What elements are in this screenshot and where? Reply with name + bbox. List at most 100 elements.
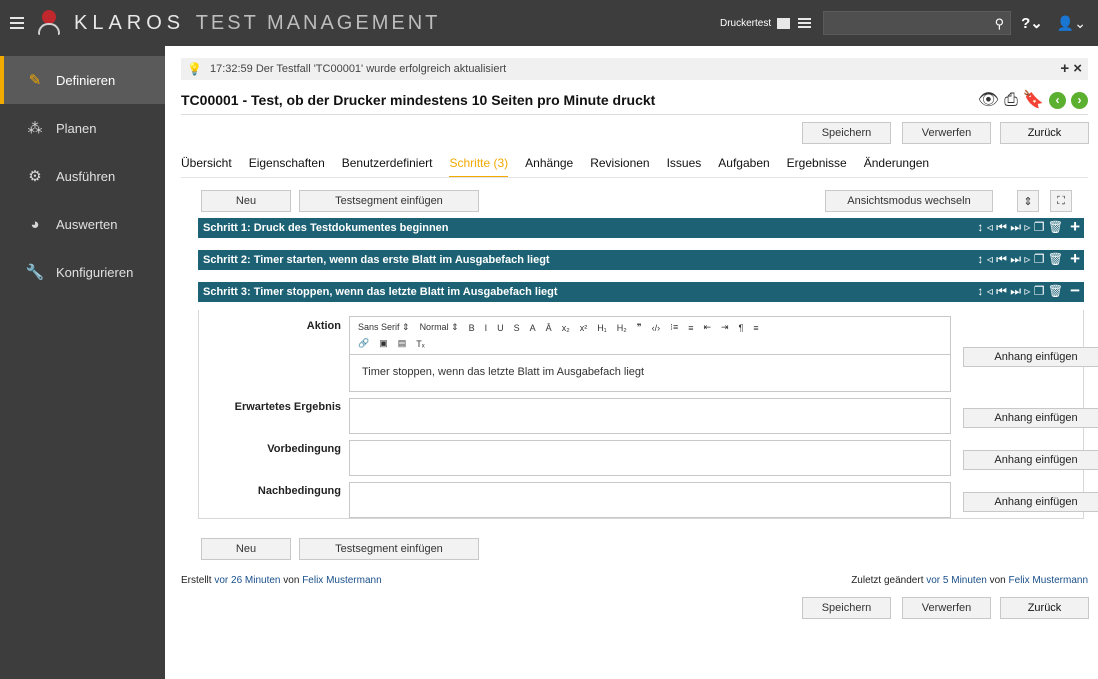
notification-text: 17:32:59 Der Testfall 'TC00001' wurde er… <box>209 63 507 75</box>
sidebar-item-konfigurieren[interactable]: 🔧 Konfigurieren <box>0 248 165 296</box>
step-tools[interactable]: ↕ ◃ ⏮ ⏭ ▹ ❐ 🗑 <box>977 284 1063 299</box>
precondition-label: Vorbedingung <box>267 443 341 455</box>
bookmark-icon[interactable]: 🔖 <box>1023 90 1044 110</box>
tab-issues[interactable]: Issues <box>667 156 702 178</box>
discard-button[interactable]: Verwerfen <box>902 122 991 144</box>
wrench-icon: 🔧 <box>25 264 45 281</box>
editor-tool-button[interactable]: ¶ <box>739 323 744 333</box>
tab-benutzerdefiniert[interactable]: Benutzerdefiniert <box>342 156 433 178</box>
tab-aenderungen[interactable]: Änderungen <box>864 156 929 178</box>
insert-segment-button-bottom[interactable]: Testsegment einfügen <box>299 538 479 560</box>
editor-tool-button[interactable]: ⇥ <box>721 322 729 333</box>
editor-tool-button[interactable]: Ā <box>546 323 552 333</box>
expand-step-icon[interactable]: + <box>1070 250 1080 267</box>
tab-anhaenge[interactable]: Anhänge <box>525 156 573 178</box>
editor-tool-button[interactable]: H₂ <box>617 323 627 333</box>
editor-tool-button[interactable]: ▣ <box>379 338 388 349</box>
back-button[interactable]: Zurück <box>1000 122 1089 144</box>
user-menu-button[interactable]: 👤⌄ <box>1057 15 1086 32</box>
precondition-input[interactable] <box>349 440 951 476</box>
collapse-all-icon[interactable]: ⇕ <box>1017 190 1039 212</box>
sidebar-item-label: Konfigurieren <box>56 264 134 280</box>
sidebar-item-planen[interactable]: ⁂ Planen <box>0 104 165 152</box>
edit-icon: ✎ <box>28 72 42 89</box>
tab-revisionen[interactable]: Revisionen <box>590 156 649 178</box>
editor-tool-button[interactable]: S <box>514 323 520 333</box>
editor-tool-button[interactable]: ‹/› <box>652 323 661 333</box>
editor-tool-button[interactable]: Normal ⇕ <box>420 322 459 333</box>
editor-tool-button[interactable]: x₂ <box>562 323 570 333</box>
step-tools[interactable]: ↕ ◃ ⏮ ⏭ ▹ ❐ 🗑 <box>977 220 1063 235</box>
switch-view-button[interactable]: Ansichtsmodus wechseln <box>825 190 993 212</box>
sidebar-item-ausfuehren[interactable]: ⚙ Ausführen <box>0 152 165 200</box>
main-content: 💡 17:32:59 Der Testfall 'TC00001' wurde … <box>165 46 1098 679</box>
next-arrow-icon[interactable]: › <box>1071 91 1088 109</box>
editor-tool-button[interactable]: U <box>497 323 504 333</box>
editor-tool-button[interactable]: ⇤ <box>703 322 711 333</box>
menu-icon[interactable] <box>10 17 24 29</box>
attach-precondition-button[interactable]: Anhang einfügen <box>963 450 1098 470</box>
postcondition-input[interactable] <box>349 482 951 518</box>
editor-tool-button[interactable]: ≡ <box>688 323 693 333</box>
save-button[interactable]: Speichern <box>802 122 891 144</box>
previous-arrow-icon[interactable]: ‹ <box>1049 91 1066 109</box>
editor-tool-button[interactable]: Sans Serif ⇕ <box>358 322 410 333</box>
new-step-button[interactable]: Neu <box>201 190 291 212</box>
notification-actions[interactable]: + × <box>1060 60 1082 77</box>
tab-schritte[interactable]: Schritte (3) <box>449 156 509 178</box>
attach-postcondition-button[interactable]: Anhang einfügen <box>963 492 1098 512</box>
sidebar-item-auswerten[interactable]: ◕ Auswerten <box>0 200 165 248</box>
attach-expected-button[interactable]: Anhang einfügen <box>963 408 1098 428</box>
editor-tool-button[interactable]: 🔗 <box>358 338 369 349</box>
editor-tool-button[interactable]: x² <box>580 323 588 333</box>
editor-tool-button[interactable]: I <box>485 323 488 333</box>
step-header-2[interactable]: Schritt 2: Timer starten, wenn das erste… <box>198 250 1084 270</box>
search-icon[interactable]: ⚲ <box>995 16 1005 32</box>
print-icon[interactable]: ⎙ <box>1004 90 1018 110</box>
editor-toolbar: Sans Serif ⇕ Normal ⇕ B I U S A Āx₂ x² H₁ H₂ ❞ ‹/› ⁝≡… <box>350 317 950 355</box>
created-info: Erstellt vor 26 Minuten von Felix Muster… <box>181 575 382 586</box>
insert-segment-button[interactable]: Testsegment einfügen <box>299 190 479 212</box>
tab-aufgaben[interactable]: Aufgaben <box>718 156 769 178</box>
eye-icon[interactable]: 👁 <box>978 90 1000 110</box>
editor-tool-button[interactable]: Tₓ <box>416 339 424 349</box>
project-list-icon[interactable] <box>798 17 812 29</box>
expected-result-input[interactable] <box>349 398 951 434</box>
collapse-step-icon[interactable]: − <box>1070 282 1080 299</box>
step-header-3[interactable]: Schritt 3: Timer stoppen, wenn das letzt… <box>198 282 1084 302</box>
editor-tool-button[interactable]: B <box>469 323 475 333</box>
sidebar-item-definieren[interactable]: ✎ Definieren <box>0 56 165 104</box>
project-name[interactable]: Druckertest <box>720 18 771 29</box>
editor-tool-button[interactable]: ▤ <box>398 338 407 349</box>
changed-by-link[interactable]: Felix Mustermann <box>1009 575 1088 586</box>
step-3-body: Aktion Sans Serif ⇕ Normal ⇕ B I U S A Āx₂ x² H₁ H… <box>198 310 1098 519</box>
save-button-bottom[interactable]: Speichern <box>802 597 891 619</box>
created-by-link[interactable]: Felix Mustermann <box>302 575 381 586</box>
discard-button-bottom[interactable]: Verwerfen <box>902 597 991 619</box>
tab-uebersicht[interactable]: Übersicht <box>181 156 232 178</box>
step-header-1[interactable]: Schritt 1: Druck des Testdokumentes begi… <box>198 218 1084 238</box>
changed-time-link[interactable]: vor 5 Minuten <box>926 575 987 586</box>
project-card-icon[interactable] <box>777 17 791 29</box>
new-step-button-bottom[interactable]: Neu <box>201 538 291 560</box>
tab-ergebnisse[interactable]: Ergebnisse <box>787 156 847 178</box>
action-label: Aktion <box>306 320 341 332</box>
attach-action-button[interactable]: Anhang einfügen <box>963 347 1098 367</box>
created-time-link[interactable]: vor 26 Minuten <box>214 575 280 586</box>
editor-tool-button[interactable]: H₁ <box>597 323 607 333</box>
step-title: Schritt 1: Druck des Testdokumentes begi… <box>203 222 449 234</box>
search-input[interactable]: ⚲ <box>823 11 1012 35</box>
editor-tool-button[interactable]: ⁝≡ <box>670 322 678 333</box>
action-text[interactable]: Timer stoppen, wenn das letzte Blatt im … <box>350 355 950 389</box>
action-editor[interactable]: Sans Serif ⇕ Normal ⇕ B I U S A Āx₂ x² H₁ H₂ ❞ ‹/› ⁝≡… <box>349 316 951 392</box>
editor-tool-button[interactable]: ≡ <box>753 323 758 333</box>
back-button-bottom[interactable]: Zurück <box>1000 597 1089 619</box>
fullscreen-icon[interactable]: ⛶ <box>1050 190 1072 212</box>
tab-eigenschaften[interactable]: Eigenschaften <box>249 156 325 178</box>
step-tools[interactable]: ↕ ◃ ⏮ ⏭ ▹ ❐ 🗑 <box>977 252 1063 267</box>
editor-tool-button[interactable]: A <box>530 323 536 333</box>
help-menu-button[interactable]: ?⌄ <box>1021 14 1043 32</box>
editor-tool-button[interactable]: ❞ <box>637 322 642 333</box>
page-title: TC00001 - Test, ob der Drucker mindesten… <box>181 92 656 108</box>
expand-step-icon[interactable]: + <box>1070 218 1080 235</box>
